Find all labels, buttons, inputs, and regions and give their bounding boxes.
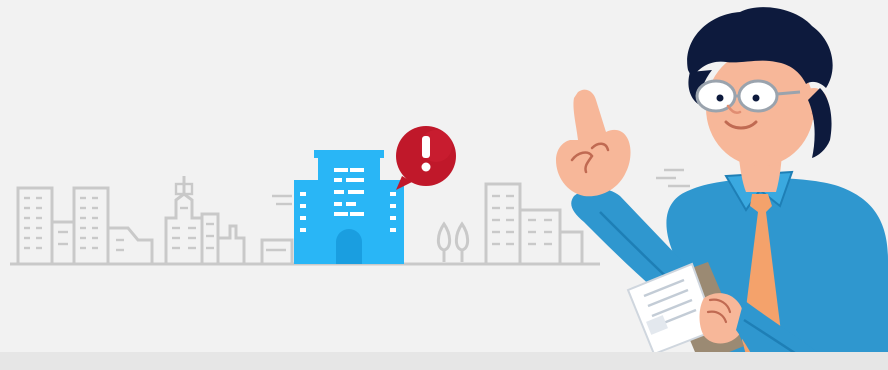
skyline-building-1: [16, 186, 110, 266]
character-pointing-hand: [556, 89, 631, 197]
skyline-building-5: [484, 182, 584, 264]
alert-exclamation-icon: [421, 136, 431, 172]
skyline-building-3: [164, 176, 246, 264]
character-head: [687, 7, 833, 166]
skyline-trees: [436, 221, 470, 262]
hero-banner: [0, 0, 888, 370]
skyline-building-2: [106, 226, 154, 264]
presenter-character: [556, 7, 888, 370]
alert-badge: [396, 126, 456, 190]
skyline-cloud-lines: [656, 168, 690, 188]
skyline-building-4: [260, 194, 294, 266]
highlighted-building: [294, 150, 404, 264]
building-door: [336, 229, 362, 264]
illustration-canvas: [10, 7, 888, 370]
bottom-strip: [0, 352, 888, 370]
